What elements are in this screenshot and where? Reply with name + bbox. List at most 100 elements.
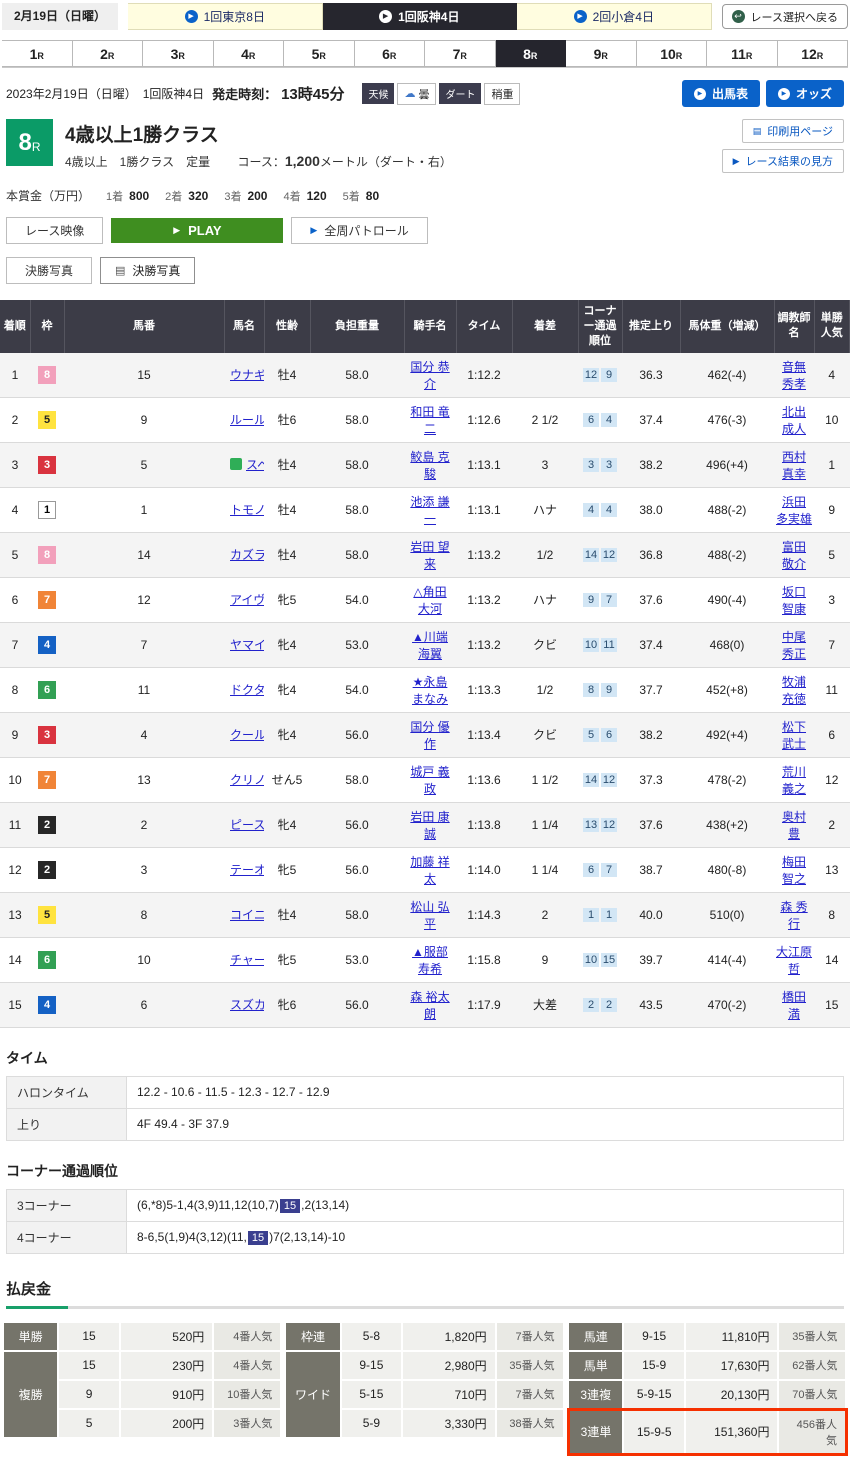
race-tab[interactable]: 6R [355, 40, 426, 67]
patrol-video-button[interactable]: ▶全周パトロール [291, 217, 427, 244]
last-3f-label: 上り [7, 1108, 127, 1140]
meeting-tabs: ▶ 1回東京8日 ▶ 1回阪神4日 ▶ 2回小倉4日 [128, 3, 712, 30]
meeting-tab[interactable]: ▶ 1回阪神4日 [323, 3, 518, 30]
horse-link[interactable]: ピースキーパー [230, 818, 264, 832]
race-tab[interactable]: 1R [2, 40, 73, 67]
finish-position: 14 [0, 937, 30, 982]
horse-link[interactable]: コイニオチテ [230, 908, 264, 922]
trainer-link[interactable]: 西村 真幸 [782, 450, 806, 481]
race-tab[interactable]: 7R [425, 40, 496, 67]
trainer-link[interactable]: 北出 成人 [782, 405, 806, 436]
race-tab-number: 8 [523, 46, 531, 62]
sex-age: 牡4 [264, 353, 310, 398]
play-button[interactable]: ▶PLAY [111, 218, 283, 243]
jockey-link[interactable]: △角田 大河 [413, 585, 446, 616]
frame-badge: 3 [38, 456, 56, 474]
margin: 1/2 [512, 532, 578, 577]
horse-link[interactable]: ウナギノボリ [230, 368, 264, 382]
jockey-link[interactable]: 加藤 祥太 [410, 855, 449, 886]
jockey-link[interactable]: 城戸 義政 [410, 765, 449, 796]
jockey-link[interactable]: ▲川端 海翼 [412, 630, 448, 661]
finish-photo-button[interactable]: ▤決勝写真 [100, 257, 195, 284]
jockey-link[interactable]: 松山 弘平 [410, 900, 449, 931]
horse-link[interactable]: トモノボーイ [230, 503, 264, 517]
frame-badge: 7 [38, 771, 56, 789]
sex-age: 牝4 [264, 622, 310, 667]
horse-link[interactable]: ドクターマンボウ [230, 683, 264, 697]
payout-title-underline [6, 1306, 844, 1309]
trainer-link[interactable]: 音無 秀孝 [782, 360, 806, 391]
race-tab[interactable]: 11R [707, 40, 778, 67]
frame-cell: 4 [30, 622, 64, 667]
trainer-link[interactable]: 大江原 哲 [776, 945, 812, 976]
frame-cell: 7 [30, 577, 64, 622]
trainer-link[interactable]: 中尾 秀正 [782, 630, 806, 661]
jockey-link[interactable]: ▲服部 寿希 [412, 945, 448, 976]
odds-button[interactable]: ▶オッズ [766, 80, 844, 107]
jockey-link[interactable]: 森 裕太朗 [410, 990, 449, 1021]
race-video-button[interactable]: レース映像 [6, 217, 103, 244]
race-tab[interactable]: 5R [284, 40, 355, 67]
trainer-link[interactable]: 梅田 智之 [782, 855, 806, 886]
finish-position: 2 [0, 397, 30, 442]
race-tab[interactable]: 12R [778, 40, 849, 67]
entry-table-button[interactable]: ▶出馬表 [682, 80, 760, 107]
horse-link[interactable]: クールココナヒメ [230, 728, 264, 742]
trainer-link[interactable]: 奥村 豊 [782, 810, 806, 841]
trainer-link[interactable]: 坂口 智康 [782, 585, 806, 616]
race-tab[interactable]: 10R [637, 40, 708, 67]
race-actions: ▤印刷用ページ ▶レース結果の見方 [722, 119, 844, 173]
jockey-link[interactable]: 鮫島 克駿 [410, 450, 449, 481]
jockey-link[interactable]: 国分 恭介 [410, 360, 449, 391]
horse-link[interactable]: テーオーエルサ [230, 863, 264, 877]
race-tab[interactable]: 3R [143, 40, 214, 67]
trainer-link[interactable]: 牧浦 充徳 [782, 675, 806, 706]
meeting-tab[interactable]: ▶ 2回小倉4日 [517, 3, 712, 30]
column-header: 騎手名 [404, 300, 456, 353]
trainer-link[interactable]: 富田 敬介 [782, 540, 806, 571]
jockey-link[interactable]: 岩田 康誠 [410, 810, 449, 841]
trainer-link[interactable]: 松下 武士 [782, 720, 806, 751]
margin: 1/2 [512, 667, 578, 712]
jockey-link[interactable]: 池添 謙一 [410, 495, 449, 526]
jockey-link[interactable]: 岩田 望来 [410, 540, 449, 571]
jockey-link[interactable]: ★永島 まなみ [412, 675, 448, 706]
trainer-cell: 中尾 秀正 [774, 622, 814, 667]
horse-link[interactable]: ルールシェーバー [230, 413, 264, 427]
race-tab[interactable]: 8R [496, 40, 567, 67]
jockey-link[interactable]: 和田 竜二 [410, 405, 449, 436]
jockey-link[interactable]: 国分 優作 [410, 720, 449, 751]
print-page-button[interactable]: ▤印刷用ページ [742, 119, 844, 143]
trainer-link[interactable]: 橋田 満 [782, 990, 806, 1021]
horse-link[interactable]: チャーチャンテン [230, 953, 264, 967]
horse-link[interactable]: カズラポニアン [230, 548, 264, 562]
result-guide-button[interactable]: ▶レース結果の見方 [722, 149, 844, 173]
horse-link[interactable]: ヤマイチエスポ [230, 638, 264, 652]
race-tab[interactable]: 4R [214, 40, 285, 67]
meeting-tab[interactable]: ▶ 1回東京8日 [128, 3, 323, 30]
finish-position: 11 [0, 802, 30, 847]
horse-link[interactable]: スズカロココ [230, 998, 264, 1012]
finish-position: 3 [0, 442, 30, 487]
trainer-link[interactable]: 荒川 義之 [782, 765, 806, 796]
horse-link[interactable]: クリノアンビシャス [230, 773, 264, 787]
carried-weight: 58.0 [310, 397, 404, 442]
race-tab[interactable]: 2R [73, 40, 144, 67]
column-header: 着差 [512, 300, 578, 353]
race-title: 4歳以上1勝クラス [65, 120, 710, 147]
horse-link[interactable]: スペシャルナンバー [246, 458, 264, 472]
jockey-cell: 松山 弘平 [404, 892, 456, 937]
corner-3-position: 3 [583, 458, 599, 472]
payout-popularity: 456番人気 [778, 1409, 846, 1454]
race-tab[interactable]: 9R [566, 40, 637, 67]
frame-cell: 4 [30, 982, 64, 1027]
finish-position: 6 [0, 577, 30, 622]
trainer-link[interactable]: 浜田 多実雄 [776, 495, 812, 526]
race-date-meeting: 2023年2月19日（日曜） 1回阪神4日 [6, 85, 204, 102]
back-to-race-select-button[interactable]: ↩ レース選択へ戻る [722, 4, 848, 29]
patrol-label: 全周パトロール [324, 222, 408, 239]
trainer-link[interactable]: 森 秀行 [780, 900, 807, 931]
finish-photo-tab[interactable]: 決勝写真 [6, 257, 92, 284]
horse-link[interactable]: アイヴォリーアイ [230, 593, 264, 607]
sex-age: 牡6 [264, 397, 310, 442]
